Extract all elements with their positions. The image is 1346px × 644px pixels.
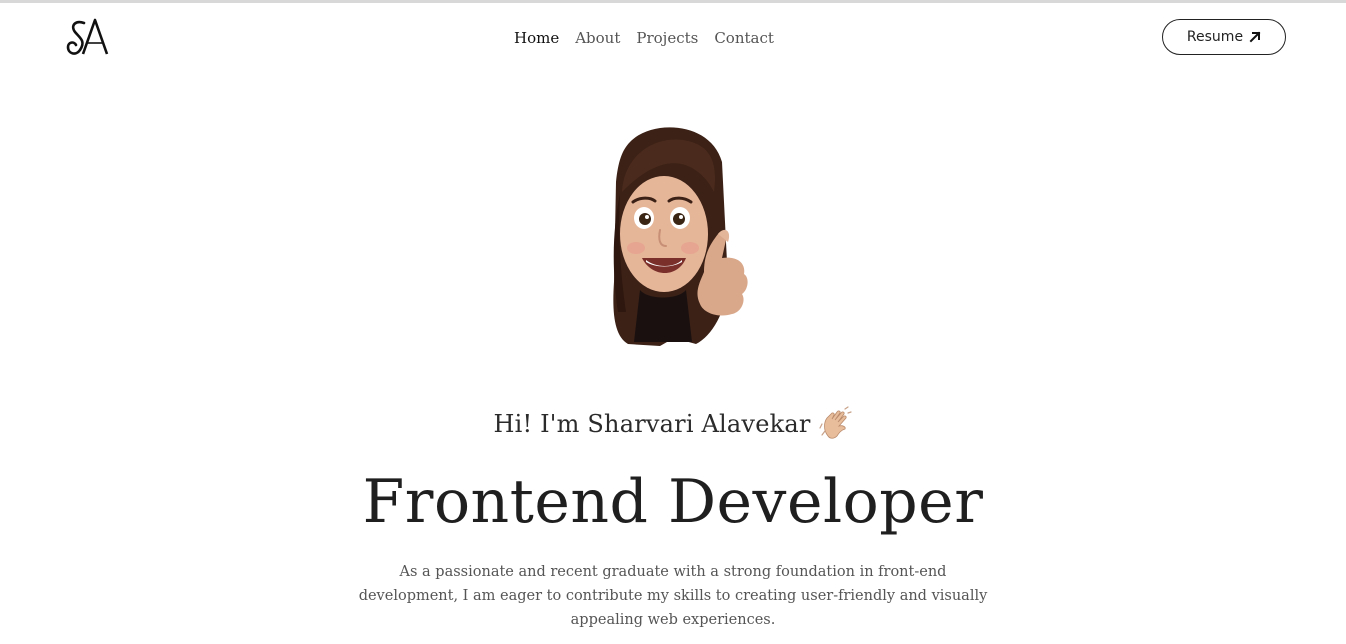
sa-monogram-logo[interactable] <box>66 16 110 58</box>
main-nav: Home About Projects Contact <box>514 26 774 50</box>
waving-hand-icon <box>818 405 852 439</box>
resume-label: Resume <box>1186 29 1244 45</box>
nav-projects[interactable]: Projects <box>636 26 698 50</box>
nav-home[interactable]: Home <box>514 26 559 50</box>
arrow-up-right-icon <box>1249 31 1261 43</box>
memoji-avatar <box>613 127 748 346</box>
hero-headline: Frontend Developer <box>362 467 984 537</box>
hero-intro: As a passionate and recent graduate with… <box>358 564 988 628</box>
nav-contact[interactable]: Contact <box>714 26 774 50</box>
resume-button[interactable]: Resume <box>1162 19 1286 55</box>
greeting-text: Hi! I'm Sharvari Alavekar <box>493 410 811 438</box>
top-border <box>0 0 1346 3</box>
hero-greeting: Hi! I'm Sharvari Alavekar <box>0 404 1346 444</box>
nav-about[interactable]: About <box>575 26 620 50</box>
